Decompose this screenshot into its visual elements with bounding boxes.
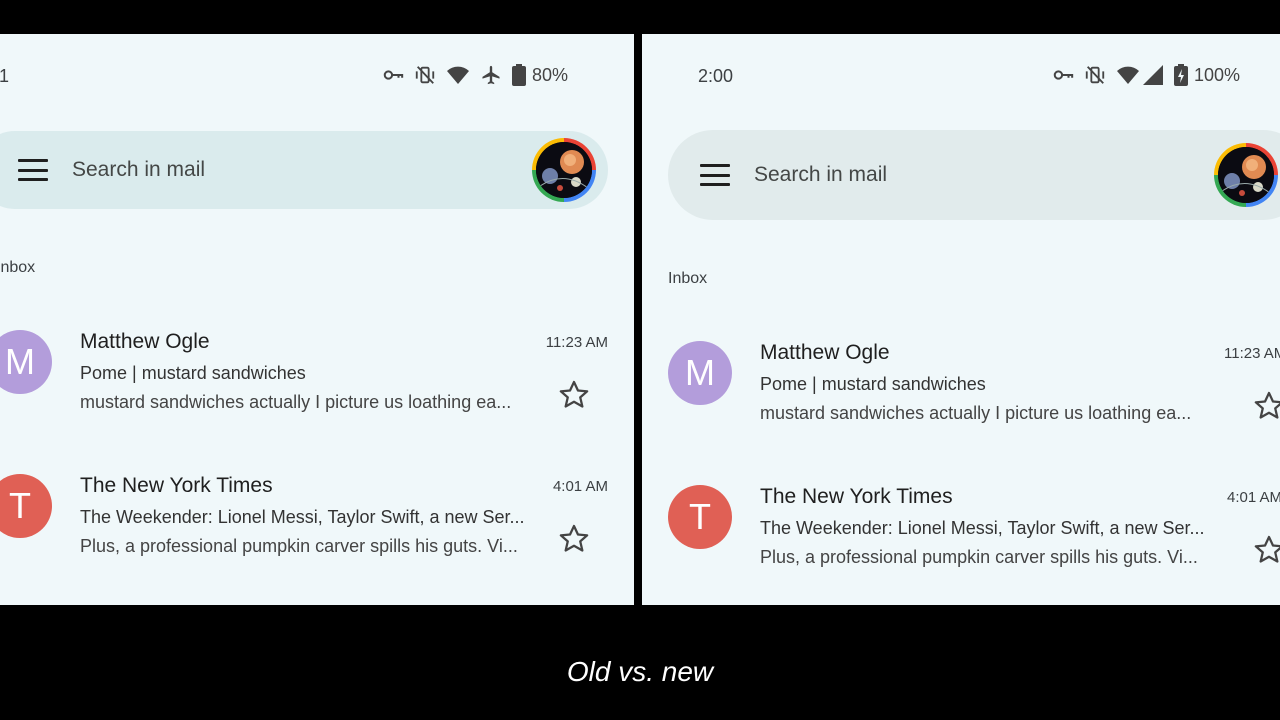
- email-row[interactable]: T The New York Times 4:01 AM The Weekend…: [0, 474, 608, 584]
- vibrate-off-icon: [414, 64, 436, 86]
- menu-icon[interactable]: [700, 164, 730, 186]
- planets-image: [536, 142, 592, 198]
- star-icon[interactable]: [1252, 533, 1280, 567]
- status-bar: 2:01 80%: [0, 34, 634, 114]
- sender-avatar: M: [668, 341, 732, 405]
- email-row[interactable]: M Matthew Ogle 11:23 AM Pome | mustard s…: [0, 330, 608, 440]
- email-subject: Pome | mustard sandwiches: [760, 374, 986, 394]
- sender-avatar: M: [0, 330, 52, 394]
- email-time: 11:23 AM: [545, 334, 608, 351]
- inbox-label: Inbox: [0, 259, 36, 276]
- wifi-icon: [446, 64, 470, 86]
- email-row[interactable]: M Matthew Ogle 11:23 AM Pome | mustard s…: [668, 341, 1280, 451]
- email-snippet: mustard sandwiches actually I picture us…: [760, 403, 1192, 423]
- airplane-icon: [480, 64, 502, 86]
- battery-icon: [512, 64, 526, 86]
- status-time: 2:00: [698, 66, 734, 86]
- email-time: 4:01 AM: [1227, 489, 1280, 506]
- email-snippet: Plus, a professional pumpkin carver spil…: [80, 536, 518, 556]
- sender-name: Matthew Ogle: [760, 341, 890, 364]
- menu-icon[interactable]: [18, 159, 48, 181]
- vpn-key-icon: [382, 64, 404, 86]
- email-snippet: Plus, a professional pumpkin carver spil…: [760, 547, 1198, 567]
- panel-divider: [634, 34, 642, 605]
- battery-percent: 80%: [532, 64, 569, 85]
- email-row[interactable]: T The New York Times 4:01 AM The Weekend…: [668, 485, 1280, 595]
- email-time: 11:23 AM: [1224, 345, 1280, 362]
- cell-signal-icon: [1142, 64, 1164, 86]
- status-bar: 2:00 100%: [642, 34, 1280, 114]
- sender-avatar: T: [0, 474, 52, 538]
- planets-image: [1218, 147, 1274, 203]
- sender-name: The New York Times: [760, 485, 953, 508]
- email-subject: The Weekender: Lionel Messi, Taylor Swif…: [80, 507, 525, 527]
- sender-name: The New York Times: [80, 474, 273, 497]
- vpn-key-icon: [1052, 64, 1074, 86]
- new-gmail-screen: 2:00 100% Search in mail Inbox M Matthew…: [642, 34, 1280, 605]
- video-caption: Old vs. new: [566, 656, 714, 687]
- vibrate-off-icon: [1084, 64, 1106, 86]
- account-avatar[interactable]: [1214, 143, 1278, 207]
- inbox-label: Inbox: [668, 270, 708, 287]
- email-time: 4:01 AM: [552, 478, 608, 495]
- battery-charging-icon: [1174, 64, 1188, 86]
- sender-name: Matthew Ogle: [80, 330, 210, 353]
- email-subject: The Weekender: Lionel Messi, Taylor Swif…: [760, 518, 1205, 538]
- battery-percent: 100%: [1194, 64, 1241, 85]
- email-subject: Pome | mustard sandwiches: [80, 363, 306, 383]
- search-placeholder: Search in mail: [72, 158, 206, 181]
- search-bar[interactable]: Search in mail: [0, 131, 608, 209]
- account-avatar[interactable]: [532, 138, 596, 202]
- star-icon[interactable]: [1252, 389, 1280, 423]
- old-gmail-screen: 2:01 80%: [0, 34, 634, 605]
- star-icon[interactable]: [557, 378, 591, 412]
- status-time: 2:01: [0, 66, 10, 86]
- search-placeholder: Search in mail: [754, 163, 888, 186]
- sender-avatar: T: [668, 485, 732, 549]
- star-icon[interactable]: [557, 522, 591, 556]
- wifi-icon: [1116, 64, 1140, 86]
- search-bar[interactable]: Search in mail: [668, 130, 1280, 220]
- email-snippet: mustard sandwiches actually I picture us…: [80, 392, 512, 412]
